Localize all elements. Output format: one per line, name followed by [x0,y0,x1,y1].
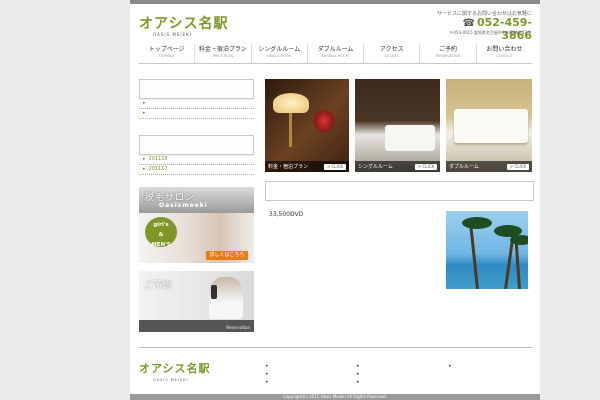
footer-logo[interactable]: オアシス名駅 OASIS MEIEKI [139,361,211,383]
nav-item-price[interactable]: 料金・宿泊プラン PRICE PLAN [195,44,252,63]
bullet-arrow-icon: ▸ [143,100,146,106]
badge-line: & [158,232,164,238]
nav-label: トップページ [148,46,185,53]
badge-line: MEN'S [151,242,171,248]
nav-label: ご予約 [439,46,458,53]
photo-plan[interactable]: 料金・宿泊プラン > CLICK [265,79,349,172]
nav-item-top[interactable]: トップページ TOPPAGE [139,44,196,63]
footer-logo-subtext: OASIS MEIEKI [153,378,189,382]
nav-sublabel: TOPPAGE [158,54,175,58]
lamp-image [273,93,309,113]
nav-sublabel: SINGLE ROOM [266,54,292,58]
footer-bullet-icon: • [265,371,269,378]
reservation-banner-title: ご予約 [144,281,172,291]
phone-text: 052-459-3866 [476,16,532,42]
nav-item-access[interactable]: アクセス ACCESS [364,44,421,63]
salon-details-button[interactable]: 詳しくはこちら [206,251,248,260]
bed-image [454,109,528,143]
salon-banner-image: girl's & MEN'S 詳しくはこちら [139,213,254,263]
logo-subtext: OASIS MEIEKI [153,32,192,37]
badge-line: girl's [153,222,169,228]
site-logo[interactable]: オアシス名駅 OASIS MEIEKI [139,16,228,38]
nav-sublabel: ACCESS [384,54,399,58]
nav-item-single[interactable]: シングルルーム SINGLE ROOM [252,44,308,63]
nav-label: ダブルルーム [317,46,354,53]
bullet-arrow-icon: ▸ [143,156,146,162]
footer-bullet-icon: • [448,363,452,370]
photo-click-button[interactable]: > CLICK [507,164,529,170]
address: 〒453-0015 愛知県名古屋市中村区椿町13-6 [449,30,531,35]
top-bar [130,0,540,4]
nav-label: お問い合わせ [486,46,523,53]
nav-sublabel: RESERVATION [435,54,461,58]
logo-text: オアシス名駅 [139,16,229,32]
footer-bullet-icon: • [265,363,269,370]
nav-label: アクセス [379,46,404,53]
footer-bullet-icon: • [356,379,360,386]
phone-number: ☎ 052-459-3866 [432,16,532,42]
nav-item-contact[interactable]: お問い合わせ CONTACT [477,44,532,63]
photo-caption: シングルルーム [358,164,393,170]
telephone-icon [211,285,217,299]
bullet-arrow-icon: ▸ [143,110,146,116]
photo-caption: 料金・宿泊プラン [268,164,309,170]
palm-leaves [510,235,528,245]
palm-leaves [462,217,492,229]
beach-image [446,211,528,289]
footer-bullet-icon: • [356,371,360,378]
photo-caption: ダブルルーム [449,164,479,170]
nav-sublabel: PRICE PLAN [212,54,234,58]
photo-double-room[interactable]: ダブルルーム > CLICK [446,79,532,172]
nav-sublabel: CONTACT [496,54,513,58]
sidebar-heading [139,79,254,99]
archive-item[interactable]: ▸ 201118 [139,155,254,165]
archive-link[interactable]: 201117 [149,166,168,172]
flowers-image [313,109,335,133]
bed-image [385,125,435,151]
reservation-bar-label: Reservation [226,325,250,330]
phone-icon: ☎ [462,18,475,29]
photo-single-room[interactable]: シングルルーム > CLICK [355,79,440,172]
salon-banner[interactable]: 脱毛サロン Oasismeeki girl's & MEN'S 詳しくはこちら [139,187,254,263]
sidebar-list-item[interactable]: ▸ [139,99,254,109]
main-nav: トップページ TOPPAGE 料金・宿泊プラン PRICE PLAN シングルル… [139,44,532,64]
photo-click-button[interactable]: > CLICK [324,164,346,170]
archive-link[interactable]: 201118 [149,156,168,162]
bullet-arrow-icon: ▸ [143,166,146,172]
footer-logo-text: オアシス名駅 [139,362,211,375]
palm-trunk [469,225,479,289]
nav-label: シングルルーム [258,46,301,53]
content-heading-bar [265,181,534,201]
photo-click-button[interactable]: > CLICK [415,164,437,170]
palm-trunk [514,241,521,289]
price-text: 33,500DVD [269,211,304,218]
page-container: オアシス名駅 OASIS MEIEKI サービスに関するお問い合わせはお気軽に … [130,0,540,400]
salon-banner-subtitle: Oasismeeki [159,202,208,209]
nav-item-double[interactable]: ダブルルーム DOUBLE ROOM [308,44,365,63]
reservation-banner[interactable]: ご予約 Reservation [139,271,254,332]
archive-item[interactable]: ▸ 201117 [139,165,254,175]
copyright-text: Copyright(c) 2011 Oasis Meieki All Right… [283,394,387,399]
footer-divider [139,347,532,348]
footer-bullet-icon: • [265,379,269,386]
nav-label: 料金・宿泊プラン [198,46,247,53]
nav-sublabel: DOUBLE ROOM [322,54,349,58]
footer-bullet-icon: • [356,363,360,370]
sidebar-list-item[interactable]: ▸ [139,109,254,119]
salon-badge: girl's & MEN'S [145,217,177,248]
archive-heading [139,135,254,155]
lamp-stem [289,113,292,147]
sidebar: ▸ ▸ ▸ 201118 ▸ 201117 [139,79,254,175]
nav-item-reservation[interactable]: ご予約 RESERVATION [420,44,477,63]
salon-banner-header: 脱毛サロン Oasismeeki [139,187,254,213]
